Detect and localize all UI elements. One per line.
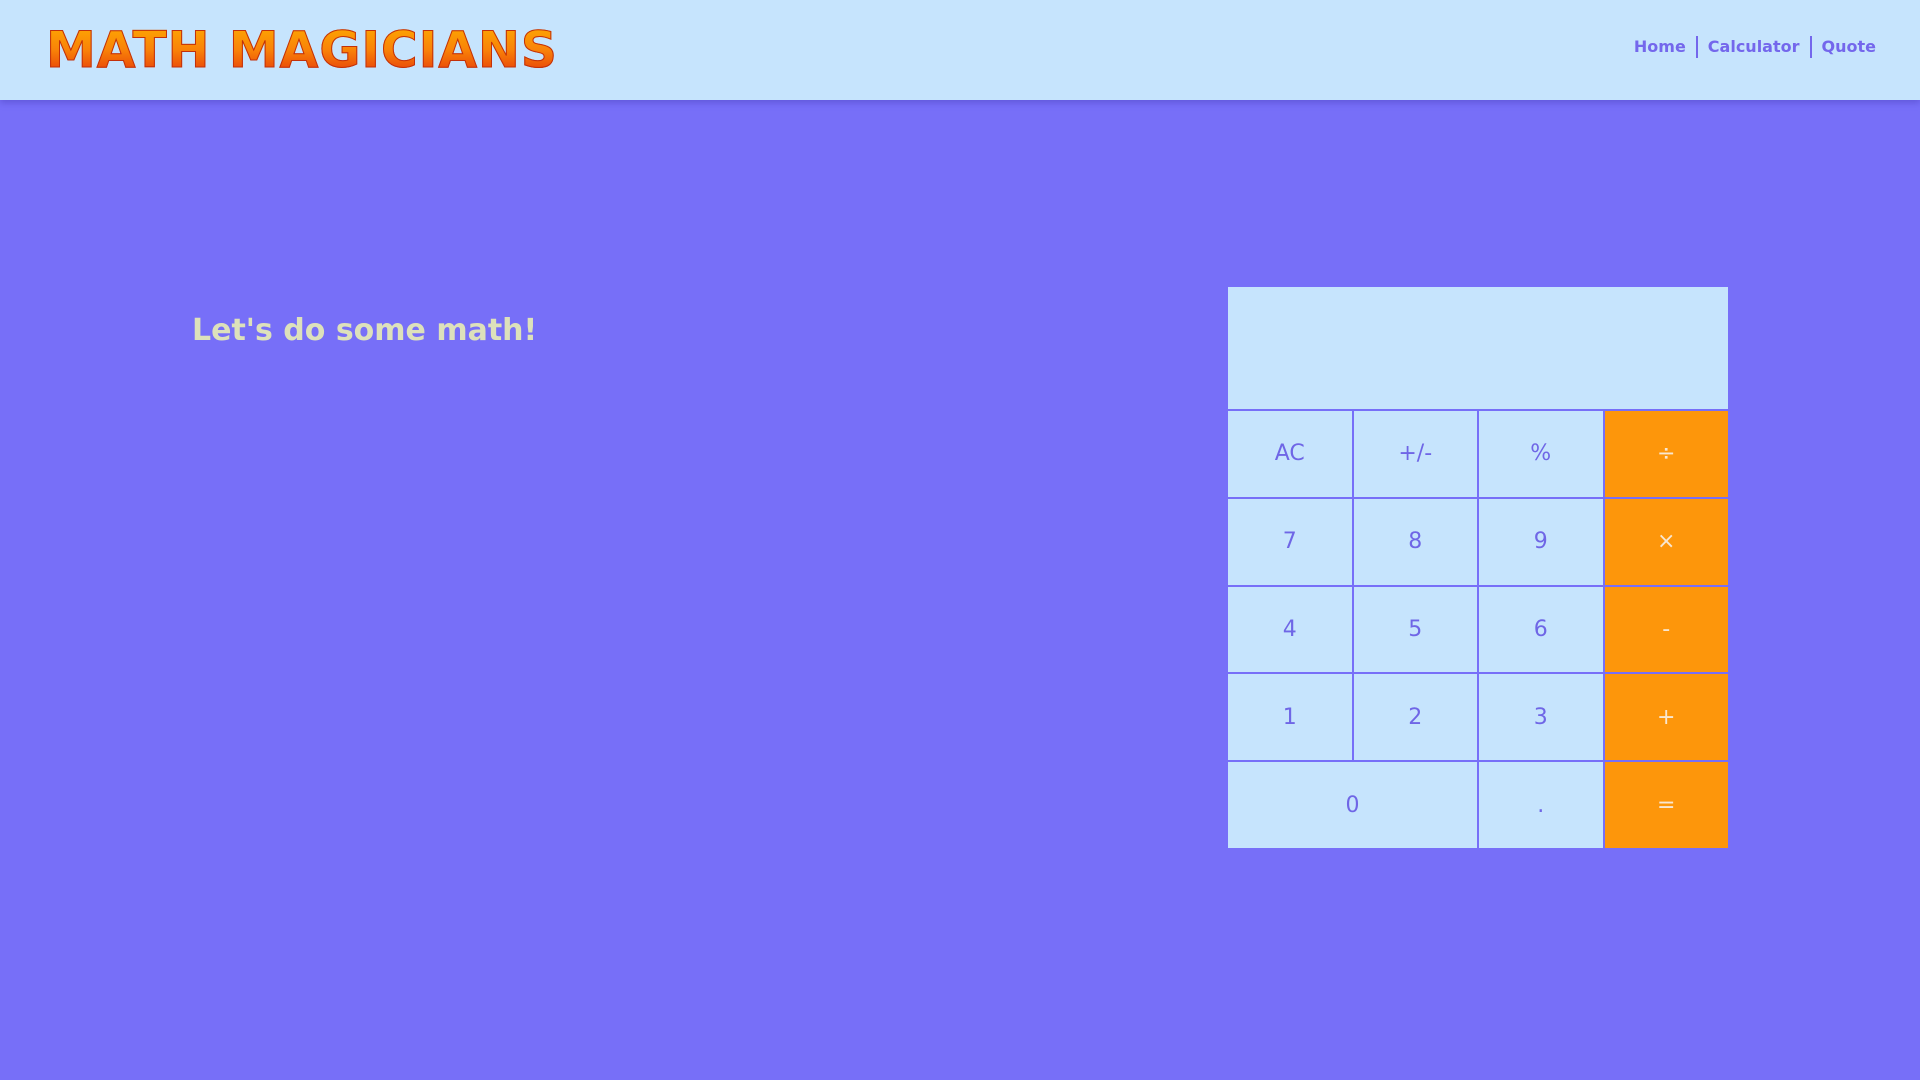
- key-toggle-sign[interactable]: +/-: [1353, 411, 1477, 497]
- navbar: MATH MAGICIANS Home Calculator Quote: [0, 0, 1920, 100]
- key-divide[interactable]: ÷: [1604, 411, 1728, 497]
- nav-link-home[interactable]: Home: [1634, 36, 1686, 58]
- key-equals[interactable]: =: [1604, 762, 1728, 848]
- nav-link-calculator[interactable]: Calculator: [1708, 36, 1800, 58]
- nav-separator: [1695, 36, 1698, 58]
- key-9[interactable]: 9: [1479, 498, 1603, 585]
- app-logo: MATH MAGICIANS: [46, 18, 558, 82]
- calculator: AC +/- % ÷ 7 8 9 × 4 5 6 - 1 2 3 + 0 . =: [1228, 287, 1728, 848]
- calculator-display: [1228, 287, 1728, 409]
- key-6[interactable]: 6: [1479, 586, 1603, 673]
- key-clear[interactable]: AC: [1228, 411, 1352, 497]
- key-2[interactable]: 2: [1353, 674, 1477, 761]
- nav-links: Home Calculator Quote: [1634, 36, 1876, 58]
- page-heading: Let's do some math!: [192, 313, 538, 348]
- key-8[interactable]: 8: [1353, 498, 1477, 585]
- key-subtract[interactable]: -: [1604, 586, 1728, 673]
- nav-link-quote[interactable]: Quote: [1822, 36, 1876, 58]
- key-add[interactable]: +: [1604, 674, 1728, 761]
- key-5[interactable]: 5: [1353, 586, 1477, 673]
- key-multiply[interactable]: ×: [1604, 498, 1728, 585]
- key-7[interactable]: 7: [1228, 498, 1352, 585]
- key-3[interactable]: 3: [1479, 674, 1603, 761]
- nav-separator: [1809, 36, 1812, 58]
- key-4[interactable]: 4: [1228, 586, 1352, 673]
- key-percent[interactable]: %: [1479, 411, 1603, 497]
- key-decimal[interactable]: .: [1479, 762, 1603, 848]
- key-0[interactable]: 0: [1228, 762, 1477, 848]
- key-1[interactable]: 1: [1228, 674, 1352, 761]
